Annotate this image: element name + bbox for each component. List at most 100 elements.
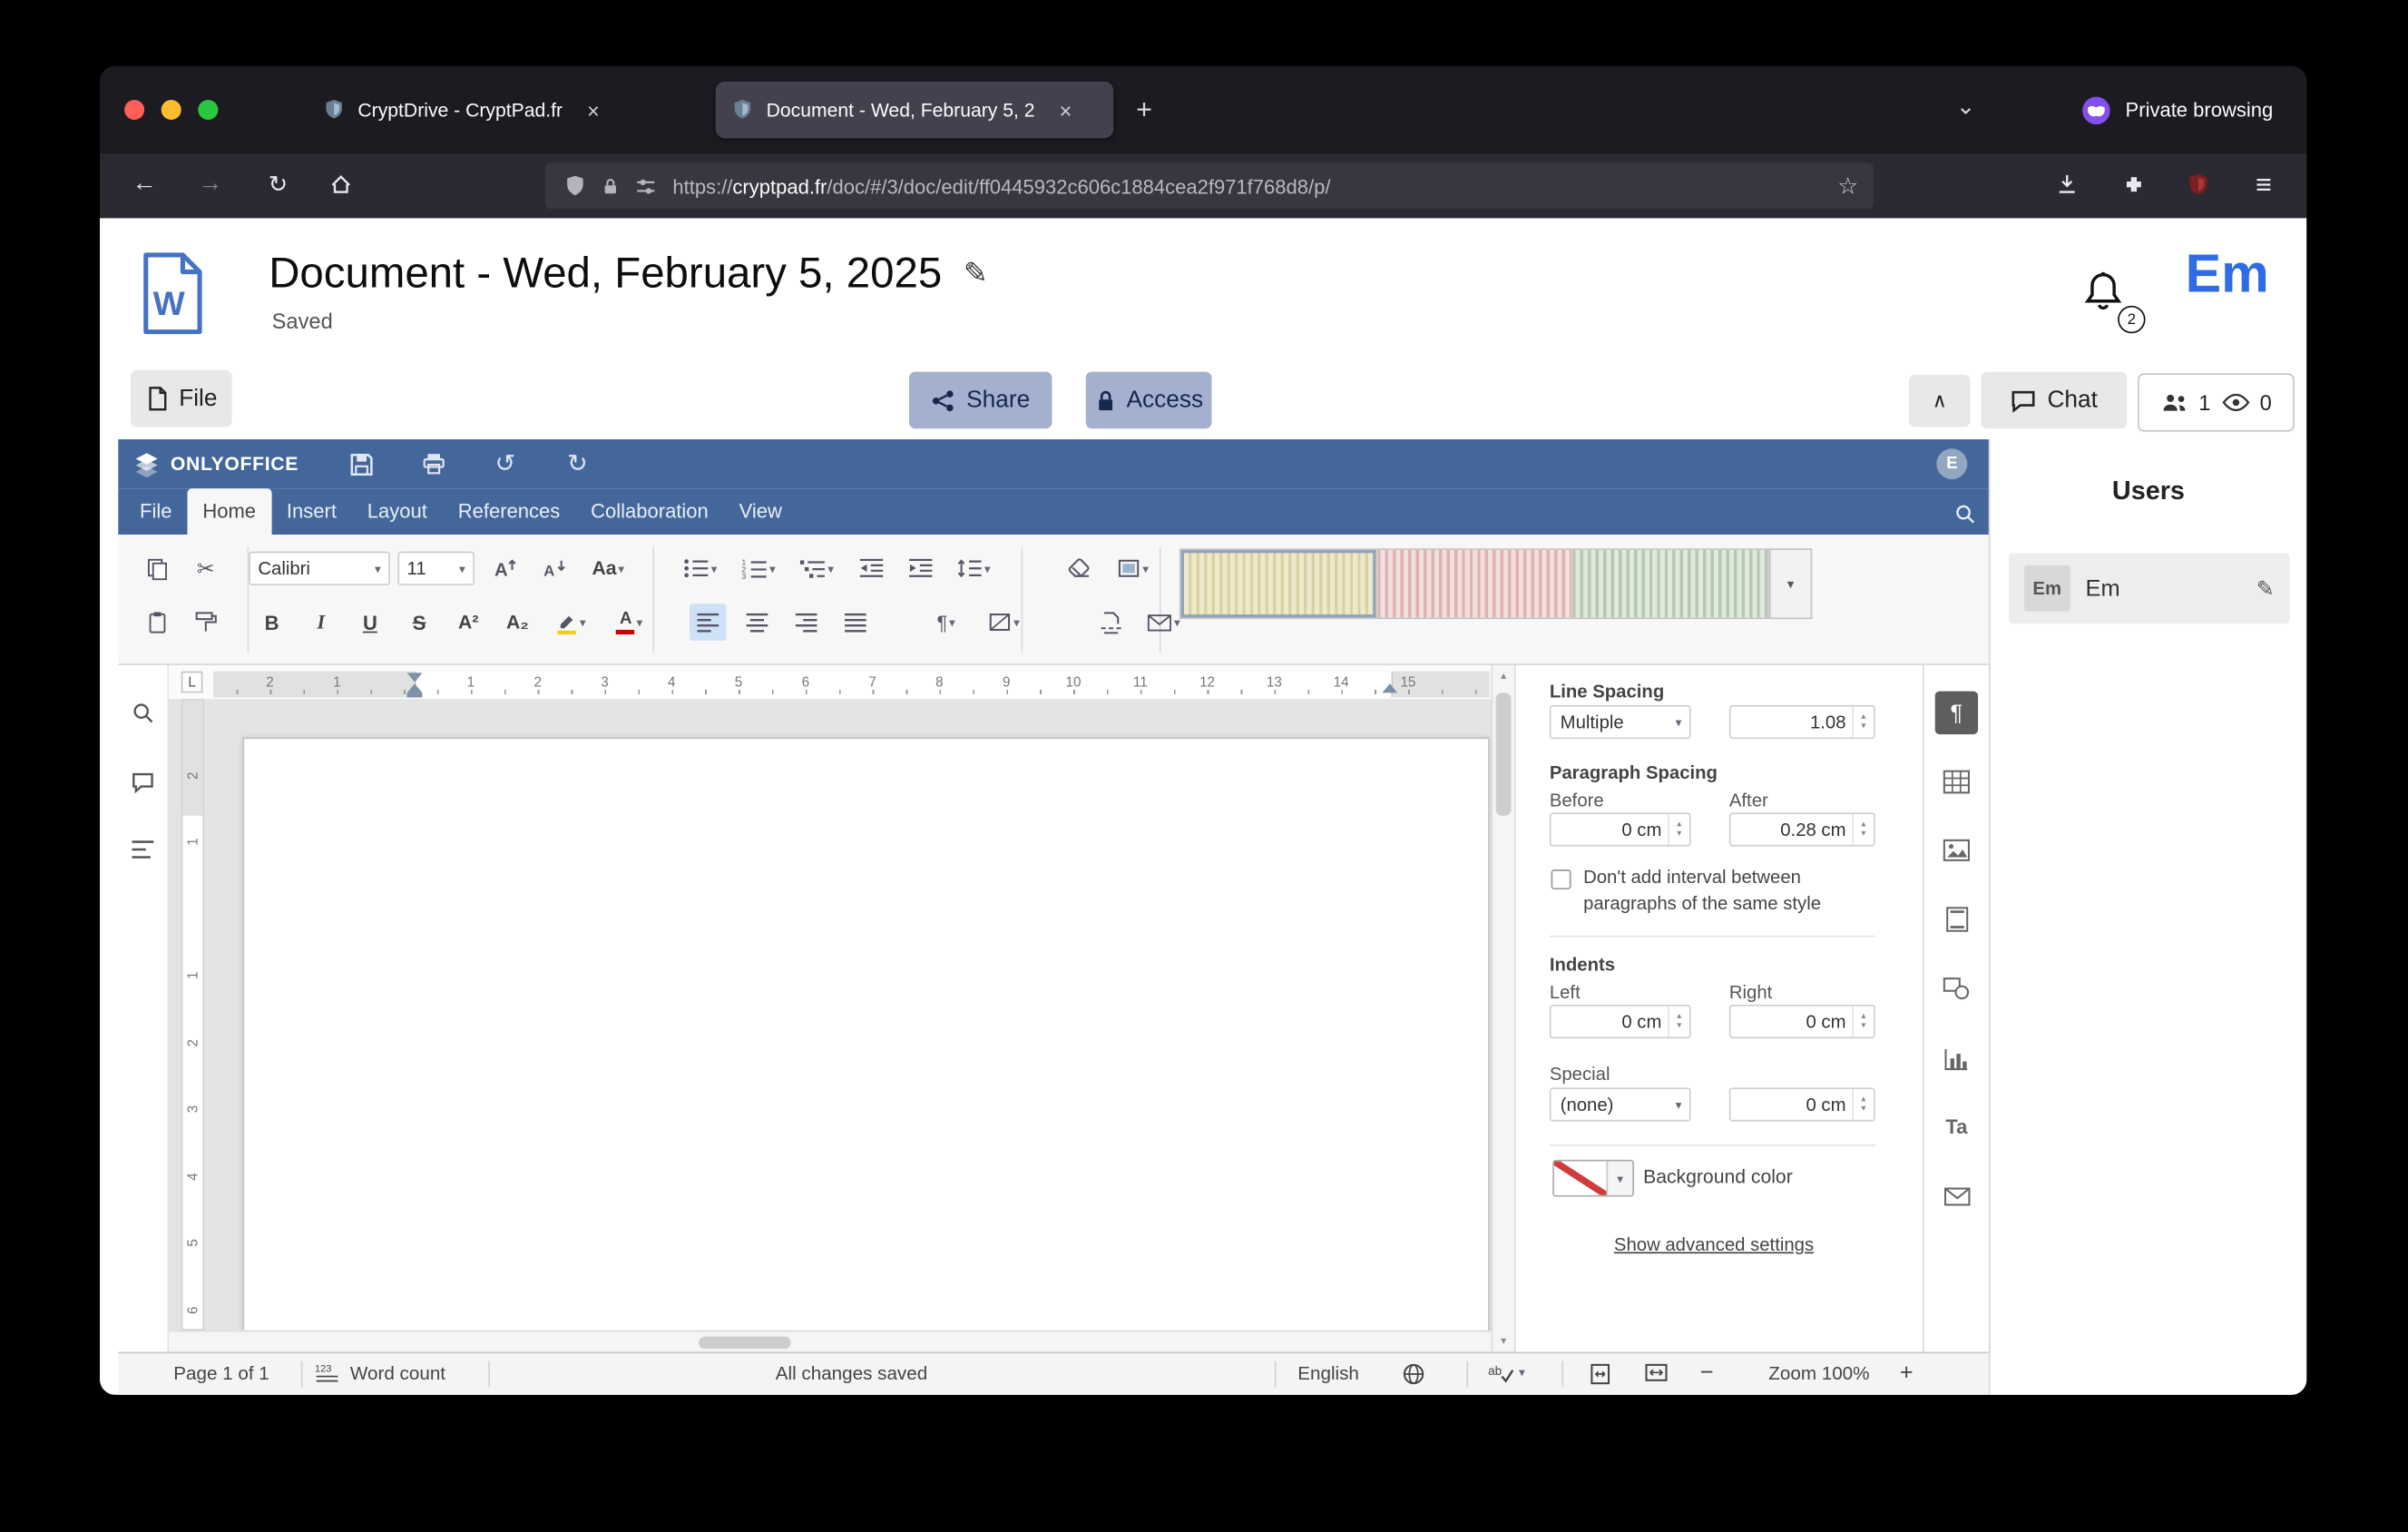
user-avatar-initials[interactable]: Em	[2186, 244, 2269, 306]
reload-button[interactable]: ↻	[255, 162, 301, 208]
increase-font-button[interactable]: A	[487, 550, 524, 587]
line-spacing-dropdown[interactable]: Multiple▾	[1550, 705, 1691, 739]
zoom-in-button[interactable]: +	[1900, 1353, 1914, 1393]
page-break-button[interactable]	[1091, 604, 1129, 641]
forward-button[interactable]: →	[187, 162, 233, 208]
spin-up-icon[interactable]: ▴	[1677, 820, 1681, 830]
presence-indicator[interactable]: 1 0	[2138, 373, 2295, 431]
page-indicator[interactable]: Page 1 of 1	[173, 1353, 269, 1393]
vertical-ruler[interactable]: 2 1 1 2 3 4 5 6	[181, 699, 204, 1331]
edit-name-pencil-icon[interactable]: ✎	[2256, 575, 2275, 602]
permissions-toggles-icon[interactable]	[634, 174, 657, 197]
superscript-button[interactable]: A²	[450, 604, 487, 641]
style-preview-3[interactable]	[1573, 550, 1767, 617]
spinner-arrows[interactable]: ▴▾	[1852, 1007, 1874, 1037]
numbering-button[interactable]: 123▾	[736, 550, 782, 587]
paragraph-settings-icon[interactable]: ¶	[1935, 692, 1978, 734]
zoom-level[interactable]: Zoom 100%	[1746, 1353, 1892, 1393]
font-name-combo[interactable]: Calibri▾	[249, 552, 390, 585]
caret-down-icon[interactable]: ▾	[1519, 1353, 1525, 1393]
decrease-indent-button[interactable]	[852, 550, 889, 587]
spin-up-icon[interactable]: ▴	[1861, 1095, 1865, 1105]
ublock-origin-icon[interactable]	[2175, 162, 2221, 208]
spin-down-icon[interactable]: ▾	[1861, 1022, 1865, 1031]
spin-up-icon[interactable]: ▴	[1677, 1012, 1681, 1021]
spin-up-icon[interactable]: ▴	[1861, 712, 1865, 722]
spin-down-icon[interactable]: ▾	[1677, 830, 1681, 839]
spinner-arrows[interactable]: ▴▾	[1668, 814, 1689, 845]
spin-down-icon[interactable]: ▾	[1677, 1022, 1681, 1031]
tab-close-icon[interactable]: ×	[578, 94, 609, 125]
new-tab-button[interactable]: +	[1126, 91, 1163, 128]
hanging-indent-marker[interactable]	[407, 683, 423, 692]
horizontal-scrollbar[interactable]	[169, 1331, 1491, 1352]
chat-button[interactable]: Chat	[1981, 372, 2127, 429]
fit-page-icon[interactable]	[1590, 1362, 1611, 1385]
tab-document-active[interactable]: Document - Wed, February 5, 2 ×	[716, 82, 1113, 139]
styles-gallery-expand-button[interactable]: ▾	[1769, 548, 1812, 619]
tab-cryptdrive[interactable]: CryptDrive - CryptPad.fr ×	[308, 82, 700, 139]
spinner-arrows[interactable]: ▴▾	[1668, 1007, 1689, 1037]
tracking-protection-shield-icon[interactable]	[563, 173, 586, 198]
strikethrough-button[interactable]: S	[401, 604, 438, 641]
chart-settings-icon[interactable]	[1935, 1037, 1978, 1080]
image-settings-icon[interactable]	[1935, 828, 1978, 870]
change-case-button[interactable]: Aa▾	[585, 550, 631, 587]
spin-up-icon[interactable]: ▴	[1861, 1012, 1865, 1021]
document-canvas[interactable]	[169, 699, 1491, 1331]
quick-save-button[interactable]	[344, 447, 377, 481]
spinner-arrows[interactable]: ▴▾	[1852, 1089, 1874, 1120]
menu-insert[interactable]: Insert	[271, 488, 352, 535]
user-list-item[interactable]: Em Em ✎	[2009, 553, 2290, 624]
line-spacing-button[interactable]: ▾	[951, 550, 997, 587]
navigation-headings-icon[interactable]	[122, 828, 164, 870]
url-bar[interactable]: https://cryptpad.fr/doc/#/3/doc/edit/ff0…	[545, 162, 1874, 209]
first-line-indent-marker[interactable]	[407, 673, 423, 682]
right-indent-marker[interactable]	[1382, 683, 1397, 692]
indent-left-spinner[interactable]: 0 cm▴▾	[1550, 1005, 1691, 1038]
tab-stop-selector[interactable]: L	[181, 672, 203, 693]
menu-references[interactable]: References	[443, 488, 575, 535]
shading-button[interactable]: ▾	[982, 604, 1028, 641]
connection-lock-icon[interactable]	[601, 174, 621, 197]
paragraph-color-button[interactable]: ▾	[1111, 550, 1157, 587]
zoom-window-button[interactable]	[198, 100, 218, 120]
special-dropdown[interactable]: (none)▾	[1550, 1087, 1691, 1121]
align-right-button[interactable]	[788, 604, 825, 641]
vertical-scrollbar[interactable]: ▴ ▾	[1492, 665, 1514, 1352]
align-center-button[interactable]	[739, 604, 776, 641]
tab-close-icon[interactable]: ×	[1050, 94, 1081, 125]
highlight-color-button[interactable]: ▾	[548, 604, 594, 641]
subscript-button[interactable]: A₂	[499, 604, 536, 641]
left-indent-marker[interactable]	[407, 692, 423, 697]
spin-down-icon[interactable]: ▾	[1861, 830, 1865, 839]
scroll-up-icon[interactable]: ▴	[1493, 670, 1514, 683]
menu-view[interactable]: View	[724, 488, 798, 535]
nonprinting-characters-button[interactable]: ¶▾	[923, 604, 969, 641]
comments-icon[interactable]	[122, 761, 164, 803]
back-button[interactable]: ←	[122, 162, 168, 208]
find-search-icon[interactable]	[122, 692, 164, 734]
zoom-out-button[interactable]: −	[1700, 1353, 1714, 1393]
clear-style-button[interactable]	[1062, 550, 1099, 587]
scroll-down-icon[interactable]: ▾	[1493, 1335, 1514, 1348]
spin-down-icon[interactable]: ▾	[1861, 1105, 1865, 1114]
decrease-font-button[interactable]: A	[536, 550, 573, 587]
word-count-label[interactable]: Word count	[350, 1353, 445, 1393]
menu-collaboration[interactable]: Collaboration	[575, 488, 724, 535]
menu-home[interactable]: Home	[187, 488, 271, 535]
home-button[interactable]	[318, 162, 364, 208]
spinner-arrows[interactable]: ▴▾	[1852, 707, 1874, 738]
language-selector[interactable]: English	[1297, 1353, 1359, 1393]
globe-language-icon[interactable]	[1402, 1362, 1424, 1385]
word-count-icon[interactable]: 123	[315, 1362, 339, 1382]
background-color-button[interactable]: ▾	[1552, 1160, 1634, 1197]
notifications-bell[interactable]: 2	[2080, 269, 2136, 330]
app-menu-hamburger-icon[interactable]: ≡	[2241, 162, 2287, 208]
rename-pencil-icon[interactable]: ✎	[964, 256, 988, 291]
styles-gallery[interactable]	[1180, 548, 1769, 619]
horizontal-ruler[interactable]: 2 1 1 2 3 4 5 6 7 8 9 10 11 12 13 14 15	[213, 672, 1490, 698]
font-color-button[interactable]: A▾	[607, 604, 653, 641]
print-button[interactable]	[416, 447, 450, 481]
mail-merge-settings-icon[interactable]	[1935, 1175, 1978, 1218]
